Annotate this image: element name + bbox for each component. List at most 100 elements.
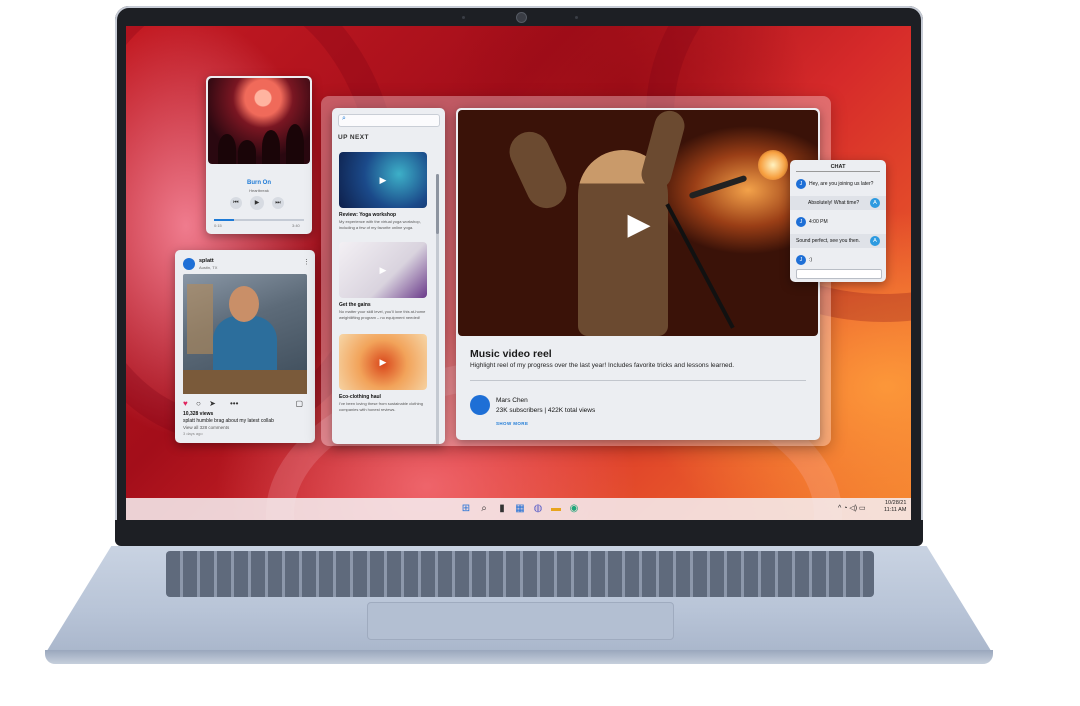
chat-message: J 4:00 PM [790, 215, 886, 229]
keyboard [166, 551, 874, 597]
edge-browser-icon[interactable]: ◉ [568, 503, 580, 515]
screen-bezel-bottom [115, 520, 923, 546]
chat-message: J :) [790, 253, 886, 267]
crowd-silhouette [218, 134, 236, 164]
post-username[interactable]: splatt [199, 258, 214, 264]
channel-name[interactable]: Mars Chen [496, 397, 528, 404]
laptop-base-edge [45, 650, 993, 664]
search-icon[interactable]: ⌕ [478, 503, 490, 515]
file-explorer-icon[interactable]: ▬ [550, 503, 562, 515]
video-player: ▶ Music video reel Highlight reel of my … [456, 108, 820, 440]
view-comments-link[interactable]: View all 328 comments [183, 425, 229, 430]
video-frame[interactable]: ▶ [458, 110, 818, 336]
search-icon: ⌕ [342, 115, 346, 122]
music-player-widget[interactable]: Burn On Heartbreak ⏮ ▶ ⏭ 0:15 3:40 [206, 76, 312, 234]
chat-message-text: 4:00 PM [809, 219, 828, 225]
chat-avatar: J [796, 255, 806, 265]
up-next-sidebar: ⌕ UP NEXT ▶ Review: Yoga workshop My exp… [332, 108, 445, 444]
play-button[interactable]: ▶ [250, 196, 264, 210]
widgets-icon[interactable]: ▦ [514, 503, 526, 515]
view-count: 10,328 views [183, 411, 214, 417]
next-track-button[interactable]: ⏭ [272, 197, 284, 209]
video-title: Music video reel [470, 348, 552, 360]
chat-message-text: Sound perfect, see you then. [796, 238, 860, 244]
song-title: Burn On [247, 180, 271, 186]
microphone [688, 174, 748, 200]
social-post-widget[interactable]: splatt Austin, TX ⋮ ♥ ○ ➤ ••• ▢ 10,328 v… [175, 250, 315, 443]
post-photo [183, 274, 307, 394]
chat-avatar: A [870, 236, 880, 246]
play-icon: ▶ [379, 357, 387, 367]
total-time: 3:40 [292, 223, 300, 228]
play-icon: ▶ [379, 175, 387, 185]
up-next-video-title[interactable]: Get the gains [339, 302, 434, 308]
post-location: Austin, TX [199, 265, 218, 270]
crowd-silhouette [262, 130, 280, 164]
chat-message: J Hey, are you joining us later? [790, 177, 886, 191]
elapsed-time: 0:15 [214, 223, 222, 228]
play-icon[interactable]: ▶ [622, 208, 656, 242]
stage-light [758, 150, 788, 180]
previous-track-button[interactable]: ⏮ [230, 197, 242, 209]
chat-avatar: A [870, 198, 880, 208]
album-art [208, 78, 310, 164]
channel-avatar[interactable] [470, 395, 490, 415]
chat-input[interactable] [796, 269, 882, 279]
chat-title: CHAT [830, 164, 846, 170]
play-icon: ▶ [379, 265, 387, 275]
video-thumbnail-gains[interactable]: ▶ [339, 242, 427, 298]
like-icon[interactable]: ♥ [183, 399, 188, 408]
divider [796, 171, 880, 172]
more-icon[interactable]: ••• [230, 399, 238, 408]
share-icon[interactable]: ➤ [209, 399, 216, 408]
chat-message-text: Absolutely! What time? [808, 200, 860, 206]
clock-date: 10/28/21 [885, 500, 907, 506]
search-input[interactable]: ⌕ [338, 114, 440, 127]
more-options-icon[interactable]: ⋮ [303, 258, 310, 266]
chat-avatar: J [796, 179, 806, 189]
up-next-video-title[interactable]: Eco-clothing haul [339, 394, 434, 400]
show-more-button[interactable]: SHOW MORE [496, 421, 528, 426]
sensor-dot [575, 16, 578, 19]
performer-arm [502, 125, 574, 215]
up-next-heading: UP NEXT [338, 134, 369, 141]
post-caption: splatt humble brag about my latest colla… [183, 418, 274, 424]
person-torso [213, 316, 277, 378]
desk [183, 370, 307, 394]
crowd-silhouette [286, 124, 304, 164]
divider [470, 380, 806, 381]
chat-avatar: J [796, 217, 806, 227]
chat-message: Sound perfect, see you then. A [790, 234, 886, 248]
clock-time: 11:11 AM [884, 507, 907, 513]
microphone-stand [665, 203, 735, 329]
avatar[interactable] [183, 258, 195, 270]
post-timestamp: 3 days ago [183, 431, 203, 436]
person-head [229, 286, 259, 322]
song-artist: Heartbreak [249, 188, 269, 193]
up-next-video-desc: My experience with the virtual yoga work… [339, 219, 421, 230]
clock[interactable]: 10/28/21 11:11 AM [884, 500, 906, 514]
sensor-dot [462, 16, 465, 19]
start-icon[interactable]: ⊞ [460, 503, 472, 515]
video-thumbnail-yoga[interactable]: ▶ [339, 152, 427, 208]
bookmark-icon[interactable]: ▢ [295, 399, 303, 408]
post-actions: ♥ ○ ➤ ••• ▢ [183, 399, 307, 408]
chat-message: Absolutely! What time? A [790, 196, 886, 210]
chat-message-text: Hey, are you joining us later? [809, 181, 874, 187]
chat-app-icon[interactable]: ◍ [532, 503, 544, 515]
up-next-video-title[interactable]: Review: Yoga workshop [339, 212, 434, 218]
performer-arm [638, 110, 688, 193]
channel-stats: 23K subscribers | 422K total views [496, 407, 596, 414]
webcam-icon [516, 12, 527, 23]
video-thumbnail-eco[interactable]: ▶ [339, 334, 427, 390]
scrollbar-thumb[interactable] [436, 174, 439, 234]
crowd-silhouette [238, 140, 256, 164]
chat-widget: CHAT J Hey, are you joining us later? Ab… [790, 160, 886, 282]
comment-icon[interactable]: ○ [196, 399, 201, 408]
up-next-video-desc: No matter your skill level, you'll love … [339, 309, 426, 320]
up-next-video-desc: I've been loving these from sustainable … [339, 401, 423, 412]
task-view-icon[interactable]: ▮ [496, 503, 508, 515]
playback-progress-bar[interactable] [214, 219, 304, 221]
system-tray[interactable]: ^ ◔ ◁) ▭ [838, 504, 866, 512]
trackpad [367, 602, 674, 640]
